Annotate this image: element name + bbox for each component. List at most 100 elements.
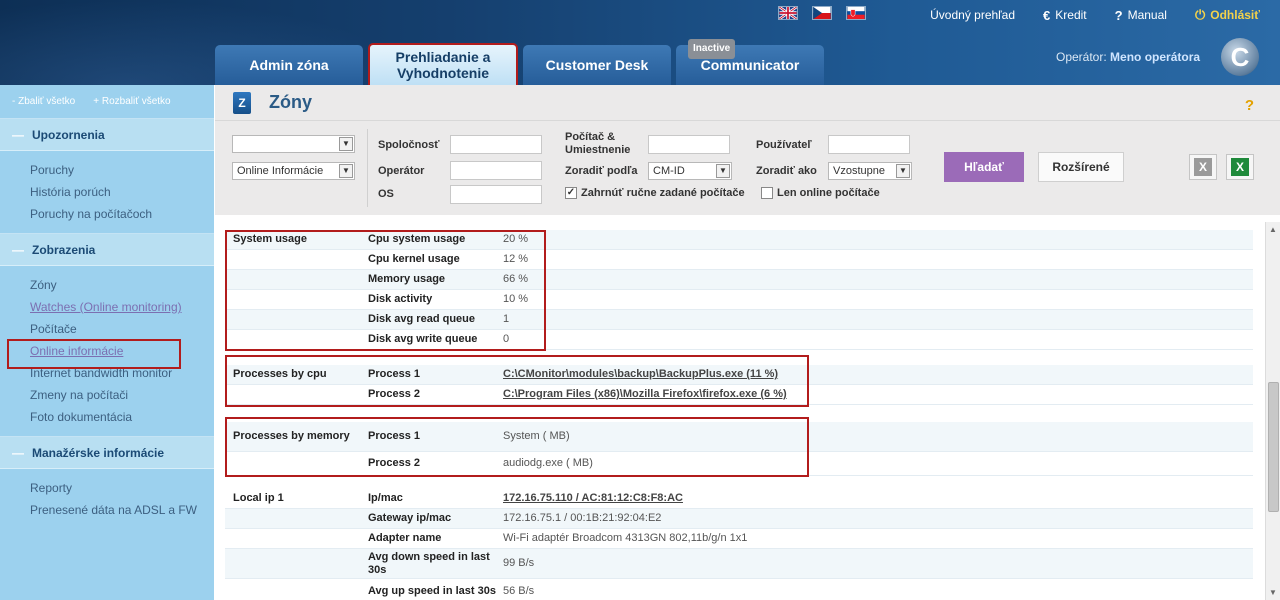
sidebar-section-header[interactable]: — Zobrazenia [0,234,214,266]
tab-label: Customer Desk [545,57,649,73]
row-value: 0 [503,333,510,345]
top-header: Úvodný prehľad € Kredit ? Manual ⏻ Odhlásiť… [0,0,1280,87]
inactive-badge: Inactive [688,39,736,59]
sidebar-section-header[interactable]: — Upozornenia [0,119,214,151]
sort-as-value: Vzostupne [833,165,885,177]
user-input[interactable] [828,135,910,154]
search-button[interactable]: Hľadať [944,152,1024,182]
collapse-icon: — [12,127,24,142]
scroll-down-icon[interactable]: ▼ [1269,588,1277,597]
view-select[interactable]: Online Informácie ▼ [232,162,355,180]
row-value: 99 B/s [503,557,535,569]
tab-label: Communicator [700,57,800,73]
table-row: Avg down speed in last 30s 99 B/s [225,549,1253,579]
row-value-link[interactable]: 172.16.75.110 / AC:81:12:C8:F8:AC [503,489,1253,508]
row-group: Local ip 1 [233,492,284,504]
manual-link[interactable]: ? Manual [1115,7,1167,23]
sort-as-select[interactable]: Vzostupne ▼ [828,162,912,180]
include-manual-label: Zahrnúť ručne zadané počítače [581,187,745,199]
chevron-down-icon: ▼ [339,137,353,151]
tab-communicator[interactable]: Inactive Communicator [676,39,824,85]
export-excel-gray-icon[interactable]: X [1189,154,1217,180]
sidebar-item-computers[interactable]: Počítače [30,318,214,340]
sidebar-section-header[interactable]: — Manažérske informácie [0,437,214,469]
filter-panel: ▼ Online Informácie ▼ Spoločnosť Operátor… [215,121,1280,215]
sidebar-item-adsl-data[interactable]: Prenesené dáta na ADSL a FW [30,499,214,521]
row-value: 1 [503,313,510,325]
sort-by-select[interactable]: CM-ID ▼ [648,162,732,180]
expand-all-link[interactable]: + Rozbaliť všetko [93,96,170,118]
sidebar-section-views: — Zobrazenia Zóny Watches (Online monitor… [0,233,214,436]
scrollbar[interactable]: ▲ ▼ [1265,222,1280,600]
online-only-checkbox[interactable]: Len online počítače [761,187,880,199]
scroll-up-icon[interactable]: ▲ [1269,225,1277,234]
export-excel-icon[interactable]: X [1226,154,1254,180]
tab-review-evaluation[interactable]: Prehliadanie a Vyhodnotenie [368,43,518,87]
power-icon: ⏻ [1194,7,1206,22]
operator-name[interactable]: Meno operátora [1110,50,1200,64]
online-only-label: Len online počítače [777,187,880,199]
sidebar: - Zbaliť všetko + Rozbaliť všetko — Upozo… [0,85,214,600]
sidebar-item-faults[interactable]: Poruchy [30,159,214,181]
language-flags [778,6,866,20]
logout-label: Odhlásiť [1210,8,1260,22]
collapse-all-label: Zbaliť všetko [18,96,76,107]
sidebar-item-watches[interactable]: Watches (Online monitoring) [30,296,214,318]
tab-label: Admin zóna [249,57,329,73]
row-value: Wi-Fi adaptér Broadcom 4313GN 802,11b/g/… [503,532,748,544]
sidebar-item-reports[interactable]: Reporty [30,477,214,499]
sidebar-item-zones[interactable]: Zóny [30,274,214,296]
row-key: Gateway ip/mac [368,512,452,524]
page-title-bar: Z Zóny [215,85,1280,121]
overview-link[interactable]: Úvodný prehľad [930,7,1015,23]
row-key: Avg up speed in last 30s [368,585,496,597]
flag-cz-icon[interactable] [812,6,832,20]
operator-input[interactable] [450,161,542,180]
os-input[interactable] [450,185,542,204]
advanced-button[interactable]: Rozšírené [1038,152,1124,182]
operator-label: Operátor: [1056,50,1107,64]
company-input[interactable] [450,135,542,154]
tab-admin-zone[interactable]: Admin zóna [215,45,363,85]
logout-link[interactable]: ⏻ Odhlásiť [1195,7,1260,23]
row-key: Ip/mac [368,492,403,504]
sidebar-item-fault-history[interactable]: História porúch [30,181,214,203]
credit-link[interactable]: € Kredit [1043,7,1087,23]
sidebar-item-computer-changes[interactable]: Zmeny na počítači [30,384,214,406]
manual-label: Manual [1127,8,1167,22]
checkmark-icon: ✓ [565,187,577,199]
sort-by-label: Zoradiť podľa [565,165,638,177]
flag-sk-icon[interactable] [846,6,866,20]
collapse-all-link[interactable]: - Zbaliť všetko [12,96,75,118]
scroll-thumb[interactable] [1268,382,1279,512]
row-value: 56 B/s [503,585,535,597]
sidebar-controls: - Zbaliť všetko + Rozbaliť všetko [0,85,214,118]
sidebar-section-management: — Manažérske informácie Reporty Prenesené… [0,436,214,529]
section-title: Upozornenia [32,127,105,142]
sidebar-item-online-info[interactable]: Online informácie [7,339,214,369]
table-row: Avg up speed in last 30s 56 B/s [225,579,1253,600]
flag-uk-icon[interactable] [778,6,798,20]
chevron-down-icon: ▼ [896,164,910,178]
checkbox-empty-icon [761,187,773,199]
zones-icon: Z [233,91,251,114]
computer-input[interactable] [648,135,730,154]
include-manual-checkbox[interactable]: ✓ Zahrnúť ručne zadané počítače [565,187,745,199]
main-tabs: Admin zóna Prehliadanie a Vyhodnotenie C… [215,39,824,87]
row-value: 66 % [503,273,529,285]
row-value: 20 % [503,233,529,245]
overview-label: Úvodný prehľad [930,8,1016,22]
expand-all-label: Rozbaliť všetko [101,96,171,107]
computer-label: Počítač & Umiestnenie [565,131,631,156]
highlight-processes-cpu [225,355,809,407]
collapse-icon: — [12,445,24,460]
row-group [225,549,368,578]
table-row: Local ip 1 Ip/mac 172.16.75.110 / AC:81:12… [225,489,1253,509]
tab-customer-desk[interactable]: Customer Desk [523,45,671,85]
app-logo-icon[interactable]: C [1221,38,1259,76]
sidebar-item-photo-docs[interactable]: Foto dokumentácia [30,406,214,428]
credit-label: Kredit [1055,8,1087,22]
sidebar-item-computer-faults[interactable]: Poruchy na počítačoch [30,203,214,225]
help-icon[interactable]: ? [1245,97,1254,114]
zone-select[interactable]: ▼ [232,135,355,153]
